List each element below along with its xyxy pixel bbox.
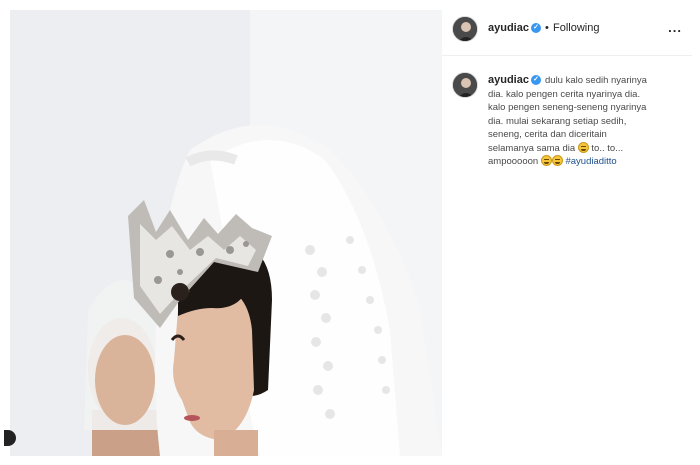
grinning-emoji-icon [540, 155, 552, 166]
caption-line: selamanya sama dia [488, 142, 576, 154]
verified-badge-icon: ✓ [531, 75, 541, 85]
caption-username[interactable]: ayudiac [488, 74, 529, 86]
avatar[interactable] [452, 16, 478, 42]
separator-dot: • [545, 22, 549, 34]
grinning-emoji-icon [577, 141, 589, 153]
avatar[interactable] [452, 72, 478, 98]
post-side-panel: ayudiac ✓ • Following ... dulu kalo sedi… [442, 10, 692, 456]
caption-line: kalo pengen seneng-seneng nyarinya [488, 102, 647, 113]
caption-line: to.. to... [591, 142, 624, 154]
grinning-emoji-icon [551, 155, 563, 166]
instagram-post-frame: ayudiac ✓ • Following ... dulu kalo sedi… [0, 0, 700, 465]
hashtag-link[interactable]: #ayudiaditto [565, 156, 616, 167]
header-username[interactable]: ayudiac [488, 22, 529, 34]
caption-line: seneng, cerita dan diceritain [488, 129, 607, 140]
more-options-icon[interactable]: ... [668, 20, 682, 35]
caption-text: dulu kalo sedih nyarinya dia. kalo penge… [488, 74, 683, 169]
post-header: ayudiac ✓ • Following ... [442, 10, 692, 56]
post-photo[interactable] [10, 10, 442, 456]
caption-line: ampooooon [488, 156, 539, 167]
caption-line: dia. kalo pengen cerita nyarinya dia. [488, 88, 641, 100]
caption-line: dia. mulai sekarang setiap sedih, [488, 115, 627, 127]
caption-line: dulu kalo sedih nyarinya [545, 75, 647, 86]
verified-badge-icon: ✓ [531, 23, 541, 33]
following-button[interactable]: Following [553, 22, 599, 34]
